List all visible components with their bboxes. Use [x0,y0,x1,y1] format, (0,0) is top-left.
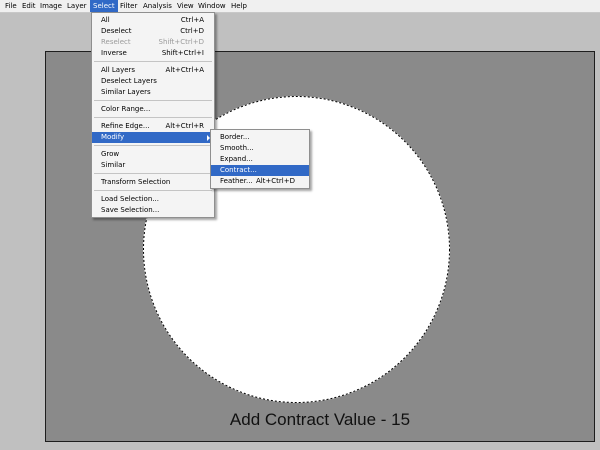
select-transform-selection[interactable]: Transform Selection [92,177,214,188]
menu-file[interactable]: File [2,0,20,12]
menu-image[interactable]: Image [37,0,65,12]
select-similar[interactable]: Similar [92,160,214,171]
menu-filter[interactable]: Filter [117,0,140,12]
canvas-caption: Add Contract Value - 15 [229,410,411,429]
menu-bar: File Edit Image Layer Select Filter Anal… [0,0,600,13]
select-deselect[interactable]: Deselect Ctrl+D [92,26,214,37]
select-similar-layers[interactable]: Similar Layers [92,87,214,98]
select-reselect: Reselect Shift+Ctrl+D [101,38,204,46]
select-inverse[interactable]: Inverse Shift+Ctrl+I [92,48,214,59]
menu-analysis[interactable]: Analysis [140,0,175,12]
menu-separator [94,145,212,146]
menu-edit[interactable]: Edit [19,0,39,12]
select-refine-edge[interactable]: Refine Edge... Alt+Ctrl+R [92,121,214,132]
modify-smooth[interactable]: Smooth... [211,143,309,154]
menu-separator [94,61,212,62]
modify-border[interactable]: Border... [211,132,309,143]
modify-expand[interactable]: Expand... [211,154,309,165]
select-menu: All Ctrl+A Deselect Ctrl+D Reselect Shift+C… [91,12,215,218]
menu-view[interactable]: View [174,0,197,12]
modify-submenu: Border... Smooth... Expand... Contract..… [210,129,310,189]
modify-contract[interactable]: Contract... [211,165,309,176]
menu-separator [94,190,212,191]
menu-separator [94,173,212,174]
menu-separator [94,117,212,118]
select-modify[interactable]: Modify [92,132,214,143]
select-color-range[interactable]: Color Range... [92,104,214,115]
menu-select[interactable]: Select [90,0,118,12]
menu-layer[interactable]: Layer [64,0,90,12]
modify-feather[interactable]: Feather... Alt+Ctrl+D [211,176,309,187]
select-save-selection[interactable]: Save Selection... [92,205,214,216]
select-all[interactable]: All Ctrl+A [92,15,214,26]
select-all-layers[interactable]: All Layers Alt+Ctrl+A [92,65,214,76]
menu-window[interactable]: Window [195,0,229,12]
menu-separator [94,100,212,101]
select-load-selection[interactable]: Load Selection... [92,194,214,205]
select-grow[interactable]: Grow [92,149,214,160]
menu-help[interactable]: Help [228,0,250,12]
select-deselect-layers[interactable]: Deselect Layers [92,76,214,87]
